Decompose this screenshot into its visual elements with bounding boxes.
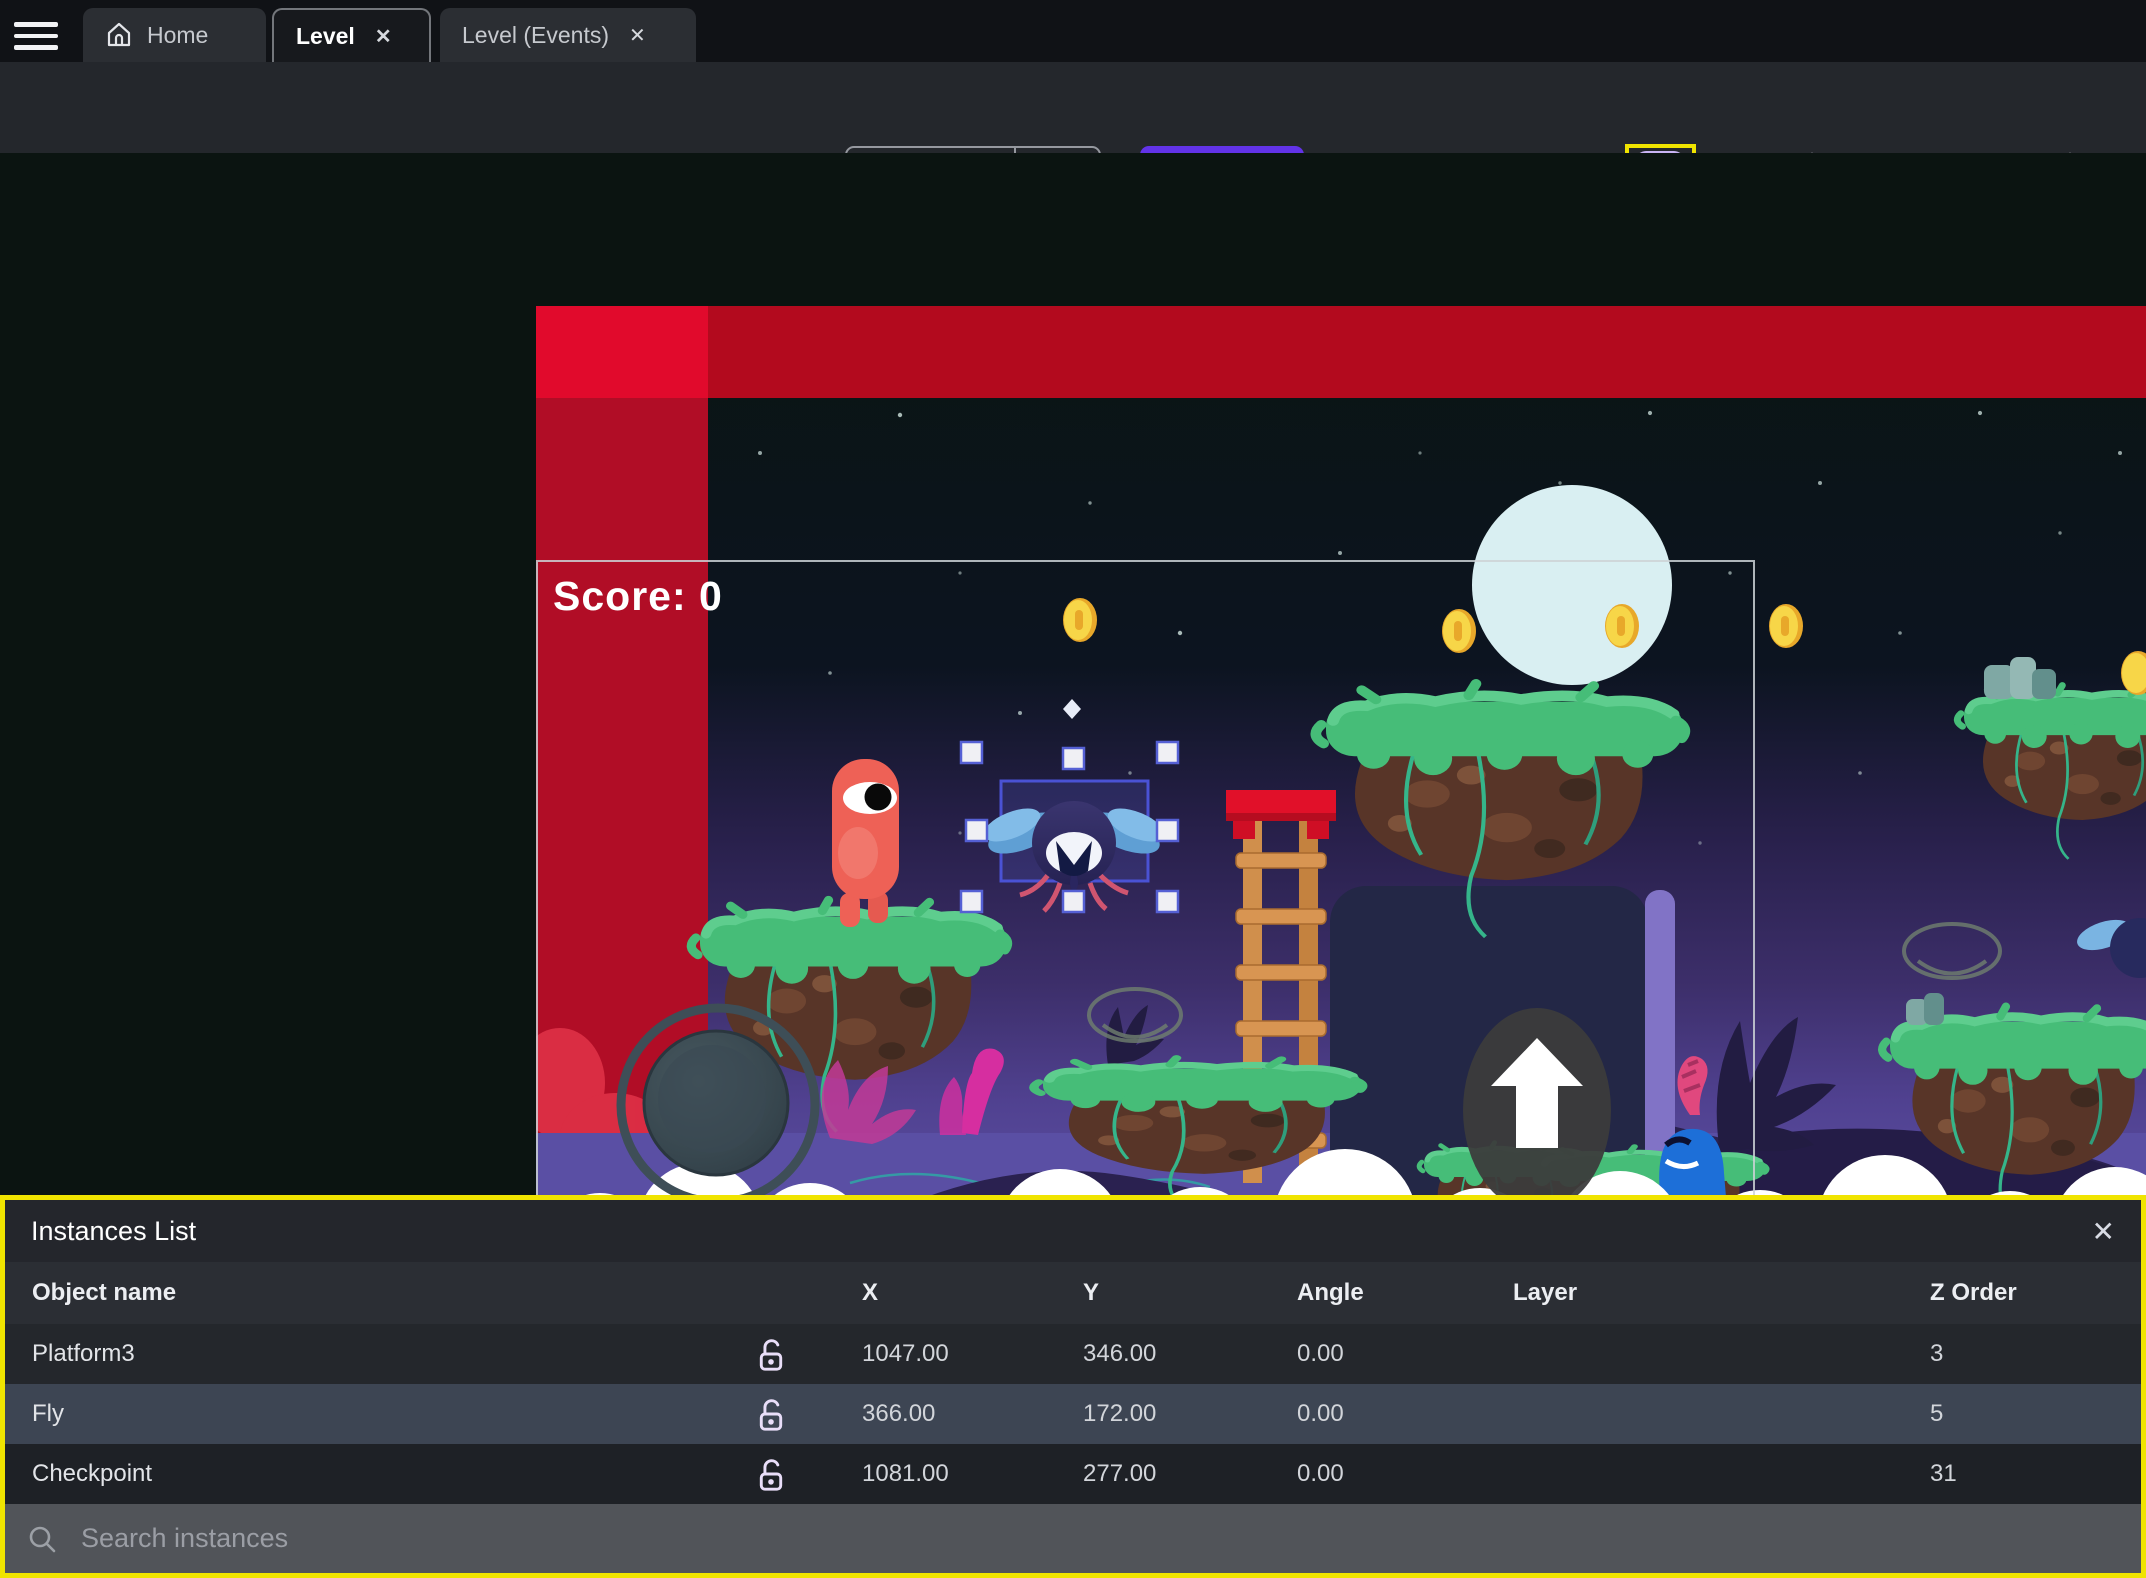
tab-home[interactable]: Home	[83, 8, 266, 62]
hamburger-menu-icon[interactable]	[14, 22, 58, 52]
tab-level-label: Level	[296, 22, 355, 49]
cell-angle[interactable]: 0.00	[1233, 1400, 1449, 1428]
col-object-name: Object name	[32, 1279, 177, 1306]
editor-toolbar: Preview Publish	[0, 62, 2146, 210]
jump-button[interactable]	[1463, 1008, 1611, 1212]
tab-level-events-label: Level (Events)	[462, 21, 610, 48]
col-x: X	[862, 1279, 879, 1306]
cell-object-name: Fly	[32, 1400, 64, 1427]
scene-editor-canvas[interactable]: Score: 0 22;723	[0, 153, 2146, 1348]
game-scene	[536, 306, 2146, 1348]
home-icon	[107, 22, 131, 47]
cell-zorder[interactable]: 31	[1866, 1460, 2141, 1488]
search-input[interactable]	[79, 1522, 2119, 1555]
moon[interactable]	[1472, 485, 1672, 685]
search-bar	[5, 1504, 2141, 1573]
lock-open-icon	[759, 1399, 783, 1431]
tab-home-label: Home	[147, 21, 209, 48]
cell-y[interactable]: 172.00	[1019, 1400, 1233, 1428]
cell-zorder[interactable]: 5	[1866, 1400, 2141, 1428]
col-zorder: Z Order	[1930, 1279, 2017, 1306]
cell-angle[interactable]: 0.00	[1233, 1460, 1449, 1488]
lock-toggle[interactable]	[744, 1397, 798, 1431]
cell-object-name: Checkpoint	[32, 1460, 153, 1487]
cell-y[interactable]: 277.00	[1019, 1460, 1233, 1488]
search-icon	[29, 1526, 56, 1552]
cell-zorder[interactable]: 3	[1866, 1340, 2141, 1368]
lock-toggle[interactable]	[744, 1457, 798, 1491]
lock-toggle[interactable]	[744, 1337, 798, 1371]
tab-bar: Home Level ✕ Level (Events) ✕	[0, 0, 2146, 62]
cell-x[interactable]: 1081.00	[798, 1460, 1019, 1488]
panel-title: Instances List	[31, 1215, 197, 1246]
instances-panel: Instances List ✕ Object name X Y Angle L…	[0, 1195, 2146, 1578]
cell-y[interactable]: 346.00	[1019, 1340, 1233, 1368]
tab-level[interactable]: Level ✕	[272, 8, 431, 62]
cell-x[interactable]: 1047.00	[798, 1340, 1019, 1368]
table-row[interactable]: Checkpoint 1081.00 277.00 0.00 31	[5, 1444, 2141, 1504]
score-display: Score: 0	[553, 573, 723, 619]
instances-panel-header: Instances List ✕	[5, 1200, 2141, 1262]
col-layer: Layer	[1513, 1279, 1578, 1306]
table-header-row: Object name X Y Angle Layer Z Order	[5, 1262, 2141, 1324]
table-row[interactable]: Platform3 1047.00 346.00 0.00 3	[5, 1324, 2141, 1384]
joystick-control[interactable]	[616, 1003, 820, 1207]
tab-level-events[interactable]: Level (Events) ✕	[440, 8, 696, 62]
col-y: Y	[1083, 1279, 1100, 1306]
close-icon[interactable]: ✕	[623, 23, 646, 48]
cell-object-name: Platform3	[32, 1340, 135, 1367]
table-row-selected[interactable]: Fly 366.00 172.00 0.00 5	[5, 1384, 2141, 1444]
lock-open-icon	[759, 1459, 783, 1491]
cell-x[interactable]: 366.00	[798, 1400, 1019, 1428]
close-panel-icon[interactable]: ✕	[2092, 1215, 2115, 1248]
close-icon[interactable]: ✕	[369, 24, 392, 49]
col-angle: Angle	[1297, 1279, 1364, 1306]
lock-open-icon	[759, 1339, 783, 1371]
app-window: Home Level ✕ Level (Events) ✕ Preview	[0, 0, 2146, 1578]
cell-angle[interactable]: 0.00	[1233, 1340, 1449, 1368]
